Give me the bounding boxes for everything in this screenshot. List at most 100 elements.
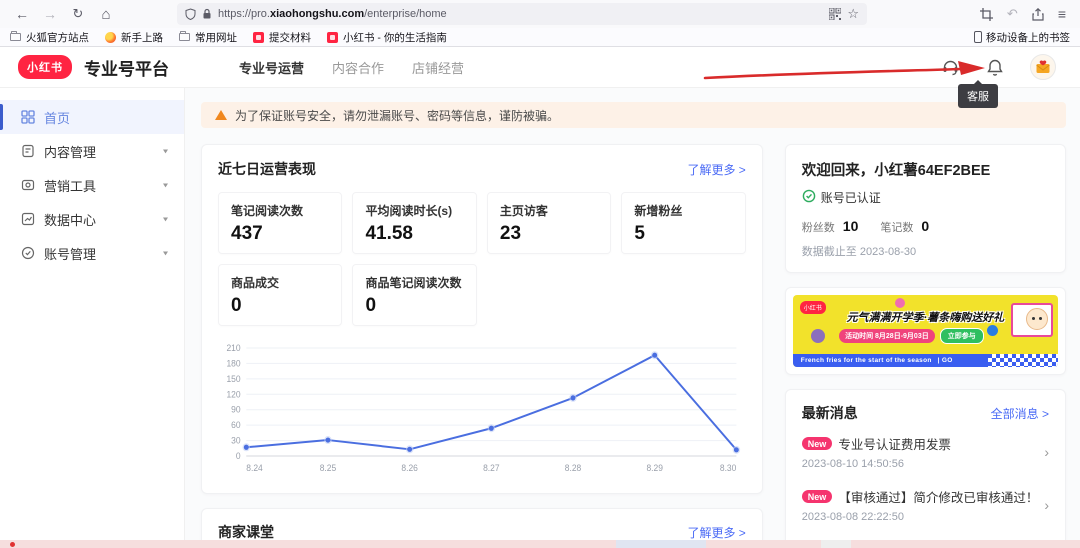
svg-text:0: 0 — [236, 451, 241, 461]
svg-text:8.24: 8.24 — [246, 463, 263, 473]
sidebar-item-label: 数据中心 — [44, 210, 96, 229]
bookmark-item[interactable]: 常用网址 — [179, 30, 237, 45]
performance-card: 近七日运营表现 了解更多 > 笔记阅读次数 437 平均阅读时长(s) 41.5… — [201, 144, 763, 494]
notifications-bell-icon[interactable] — [986, 58, 1004, 77]
banner-checker-pattern — [988, 354, 1058, 367]
svg-text:90: 90 — [231, 404, 241, 414]
page-title: 专业号平台 — [84, 55, 169, 80]
stat-note-reads: 笔记阅读次数 437 — [218, 192, 342, 254]
sidebar-item-label: 营销工具 — [44, 176, 96, 195]
main-content: 为了保证账号安全，请勿泄漏账号、密码等信息，谨防被骗。 近七日运营表现 了解更多… — [185, 88, 1080, 548]
verified-label: 账号已认证 — [821, 189, 881, 206]
sidebar-item-label: 内容管理 — [44, 142, 96, 161]
url-bar[interactable]: https://pro.xiaohongshu.com/enterprise/h… — [177, 3, 867, 25]
share-icon[interactable] — [1032, 8, 1044, 21]
taskbar-strip — [0, 540, 1080, 548]
stat-product-note-reads: 商品笔记阅读次数 0 — [352, 264, 476, 326]
nav-tab-operation[interactable]: 专业号运营 — [239, 58, 304, 77]
stats-grid: 笔记阅读次数 437 平均阅读时长(s) 41.58 主页访客 23 — [218, 192, 746, 326]
tool-icon — [20, 178, 35, 193]
performance-title: 近七日运营表现 — [218, 159, 316, 179]
stat-new-fans: 新增粉丝 5 — [621, 192, 745, 254]
bookmark-mobile-folder[interactable]: 移动设备上的书签 — [974, 30, 1070, 45]
reload-icon[interactable]: ↻ — [66, 3, 90, 25]
new-badge: New — [802, 490, 833, 503]
back-icon[interactable]: ← — [10, 3, 34, 25]
svg-text:60: 60 — [231, 420, 241, 430]
bookmark-item[interactable]: 新手上路 — [105, 30, 163, 45]
notes-label: 笔记数 — [880, 219, 913, 235]
bookmark-star-icon[interactable]: ☆ — [847, 6, 859, 22]
home-icon[interactable]: ⌂ — [94, 3, 118, 25]
sidebar-item-label: 首页 — [44, 108, 70, 127]
shield-icon[interactable] — [185, 8, 196, 20]
stat-home-visitors: 主页访客 23 — [487, 192, 611, 254]
svg-text:8.29: 8.29 — [646, 463, 663, 473]
bookmark-label: 提交材料 — [269, 30, 311, 45]
forward-icon[interactable]: → — [38, 3, 62, 25]
performance-more-link[interactable]: 了解更多 > — [687, 161, 745, 178]
bookmarks-bar: 火狐官方站点 新手上路 常用网址 提交材料 小红书 - 你的生活指南 移动设备上… — [0, 28, 1080, 47]
sidebar-item-content-management[interactable]: 内容管理 ▾ — [0, 134, 184, 168]
bookmark-label: 火狐官方站点 — [26, 30, 89, 45]
customer-service-headset-icon[interactable] — [941, 58, 960, 77]
banner-decoration — [895, 298, 905, 308]
qr-code-icon[interactable] — [829, 8, 841, 20]
chart-icon — [20, 212, 35, 227]
classroom-title: 商家课堂 — [218, 522, 274, 542]
url-text: https://pro.xiaohongshu.com/enterprise/h… — [218, 8, 823, 20]
chevron-right-icon[interactable]: › — [1038, 444, 1049, 460]
menu-icon[interactable]: ≡ — [1058, 6, 1066, 22]
nav-tab-shop[interactable]: 店铺经营 — [412, 58, 464, 77]
all-messages-link[interactable]: 全部消息 > — [991, 405, 1049, 422]
lock-icon[interactable] — [202, 8, 212, 20]
screenshot-crop-icon[interactable] — [980, 8, 993, 21]
svg-text:8.25: 8.25 — [320, 463, 337, 473]
grid-icon — [20, 110, 35, 125]
bookmark-item[interactable]: 小红书 - 你的生活指南 — [327, 30, 447, 45]
sidebar-item-marketing-tools[interactable]: 营销工具 ▾ — [0, 168, 184, 202]
sidebar-item-account-management[interactable]: 账号管理 ▾ — [0, 236, 184, 270]
chevron-down-icon: ▾ — [163, 249, 168, 258]
chevron-right-icon[interactable]: › — [1038, 497, 1049, 513]
svg-text:8.26: 8.26 — [401, 463, 418, 473]
svg-text:8.28: 8.28 — [565, 463, 582, 473]
svg-text:210: 210 — [226, 343, 240, 353]
sidebar-item-home[interactable]: 首页 — [0, 100, 184, 134]
bookmark-label: 小红书 - 你的生活指南 — [343, 30, 447, 45]
welcome-card: 欢迎回来，小红薯64EF2BEE 账号已认证 粉丝数10 笔记数0 数据截止至 … — [785, 144, 1066, 273]
banner-footer: French fries for the start of the season… — [793, 354, 1058, 367]
chevron-down-icon: ▾ — [163, 147, 168, 156]
promo-banner-card[interactable]: 小红书 元气满满开学季·薯条嗨购送好礼 活动时间 8月28日-9月03日 立即参… — [785, 287, 1066, 375]
xiaohongshu-favicon — [253, 32, 264, 43]
app-header: 小红书 专业号平台 专业号运营 内容合作 店铺经营 客服 — [0, 47, 1080, 88]
firefox-icon — [105, 32, 116, 43]
top-nav: 专业号运营 内容合作 店铺经营 — [239, 58, 464, 77]
sidebar-item-data-center[interactable]: 数据中心 ▾ — [0, 202, 184, 236]
taskbar-red-dot — [10, 542, 15, 547]
security-warning-banner: 为了保证账号安全，请勿泄漏账号、密码等信息，谨防被骗。 — [201, 102, 1066, 128]
messages-card: 最新消息 全部消息 > New 专业号认证费用发票 2023-08-10 14:… — [785, 389, 1066, 548]
classroom-more-link[interactable]: 了解更多 > — [687, 524, 745, 541]
svg-text:180: 180 — [226, 358, 240, 368]
promo-banner[interactable]: 小红书 元气满满开学季·薯条嗨购送好礼 活动时间 8月28日-9月03日 立即参… — [793, 295, 1058, 367]
bookmark-item[interactable]: 提交材料 — [253, 30, 311, 45]
sidebar: 首页 内容管理 ▾ 营销工具 ▾ 数据中心 ▾ — [0, 88, 185, 548]
avatar[interactable] — [1030, 54, 1056, 80]
message-item[interactable]: New 【审核通过】简介修改已审核通过！ 2023-08-08 22:22:50… — [802, 478, 1049, 531]
data-until: 数据截止至 2023-08-30 — [802, 243, 1049, 259]
browser-toolbar: ← → ↻ ⌂ https://pro.xiaohongshu.com/ente… — [0, 0, 1080, 28]
banner-cta-button[interactable]: 立即参与 — [940, 328, 984, 344]
document-icon — [20, 144, 35, 159]
restore-icon[interactable]: ↶ — [1007, 6, 1018, 22]
nav-tab-content-coop[interactable]: 内容合作 — [332, 58, 384, 77]
message-item[interactable]: New 专业号认证费用发票 2023-08-10 14:50:56 › — [802, 425, 1049, 478]
svg-text:120: 120 — [226, 389, 240, 399]
fans-label: 粉丝数 — [802, 219, 835, 235]
xiaohongshu-logo[interactable]: 小红书 — [18, 55, 72, 79]
bookmark-item[interactable]: 火狐官方站点 — [10, 30, 89, 45]
stat-avg-read-time: 平均阅读时长(s) 41.58 — [352, 192, 476, 254]
folder-icon — [179, 33, 190, 41]
messages-title: 最新消息 — [802, 403, 858, 423]
bookmark-label: 常用网址 — [195, 30, 237, 45]
